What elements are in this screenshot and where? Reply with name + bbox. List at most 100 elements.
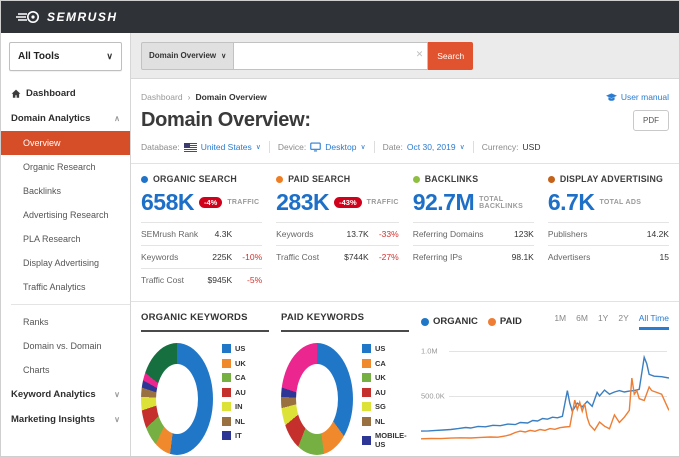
tab-6m[interactable]: 6M [576, 313, 588, 327]
sidebar-item-backlinks[interactable]: Backlinks [1, 179, 130, 203]
legend-item-au: AU [362, 388, 409, 397]
home-icon [11, 89, 21, 99]
sidebar-item-label: Domain vs. Domain [23, 341, 120, 351]
metric-row-traffic-cost: Traffic Cost$945K-5% [141, 268, 262, 291]
sidebar-item-advertising-research[interactable]: Advertising Research [1, 203, 130, 227]
metric-value: 98.1K [512, 252, 534, 262]
metric-value: 123K [514, 229, 534, 239]
semrush-logo[interactable]: SEMRUSH [15, 10, 118, 24]
paid-dot-icon [488, 318, 496, 326]
graduation-cap-icon [606, 93, 617, 102]
database-filter[interactable]: Database: United States ∨ [141, 142, 261, 152]
search-input[interactable] [234, 42, 428, 70]
device-filter[interactable]: Device: Desktop ∨ [278, 142, 366, 152]
sidebar-item-domain-vs-domain[interactable]: Domain vs. Domain [1, 334, 130, 358]
divider [269, 141, 270, 153]
all-tools-label: All Tools [18, 51, 59, 62]
semrush-swoosh-icon [15, 10, 41, 24]
user-manual-link[interactable]: User manual [606, 92, 669, 102]
date-label: Date: [383, 142, 403, 152]
legend-swatch-icon [222, 373, 231, 382]
organic-keywords-legend: USUKCAAUINNLIT [222, 343, 246, 455]
page-title: Domain Overview: [141, 109, 311, 132]
paid-keywords-title: PAID KEYWORDS [281, 312, 409, 332]
organic-keywords-title: ORGANIC KEYWORDS [141, 312, 269, 332]
trend-legend-organic-label: ORGANIC [433, 316, 478, 327]
all-tools-dropdown[interactable]: All Tools ∨ [9, 42, 122, 71]
breadcrumb-dashboard[interactable]: Dashboard [141, 92, 183, 102]
trend-range-tabs: 1M 6M 1Y 2Y All Time [554, 313, 669, 330]
metric-row-publishers: Publishers14.2K [548, 222, 669, 245]
sidebar-item-keyword-analytics[interactable]: Keyword Analytics∨ [1, 382, 130, 407]
sidebar-item-label: Display Advertising [23, 258, 120, 268]
legend-swatch-icon [362, 359, 371, 368]
organic-search-dot-icon [141, 176, 148, 183]
organic-traffic-unit: TRAFFIC [227, 199, 259, 206]
desktop-icon [310, 142, 321, 152]
date-value: Oct 30, 2019 [407, 142, 456, 152]
legend-label: US [375, 344, 385, 353]
sidebar-item-display-advertising[interactable]: Display Advertising [1, 251, 130, 275]
metric-label: Traffic Cost [276, 252, 344, 262]
sidebar-item-label: Domain Analytics [11, 113, 109, 124]
bottom-widgets: ORGANIC KEYWORDS USUKCAAUINNLIT PAID KEY… [141, 312, 669, 455]
sidebar-nav: Dashboard Domain Analytics∧OverviewOrgani… [1, 81, 130, 432]
legend-item-nl: NL [222, 417, 246, 426]
legend-label: SG [375, 402, 386, 411]
divider [131, 163, 679, 164]
sidebar-item-dashboard[interactable]: Dashboard [1, 81, 130, 106]
legend-swatch-icon [362, 402, 371, 411]
database-value: United States [201, 142, 252, 152]
date-filter[interactable]: Date: Oct 30, 2019 ∨ [383, 142, 465, 152]
sidebar-item-pla-research[interactable]: PLA Research [1, 227, 130, 251]
sidebar-item-label: Traffic Analytics [23, 282, 120, 292]
metric-change: -10% [232, 252, 262, 262]
trend-legend-paid: PAID [488, 316, 522, 327]
sidebar-item-label: Dashboard [26, 88, 120, 99]
metric-label: Advertisers [548, 252, 660, 262]
organic-traffic-change-badge: -4% [199, 197, 222, 209]
sidebar: All Tools ∨ Dashboard Domain Analytics∧Ov… [1, 33, 131, 456]
total-ads-unit: TOTAL ADS [599, 199, 641, 206]
search-scope-selector[interactable]: Domain Overview ∨ [141, 42, 234, 70]
tab-1m[interactable]: 1M [554, 313, 566, 327]
divider [473, 141, 474, 153]
tab-all-time[interactable]: All Time [639, 313, 669, 330]
divider [131, 301, 679, 302]
device-value: Desktop [325, 142, 356, 152]
sidebar-item-marketing-insights[interactable]: Marketing Insights∨ [1, 407, 130, 432]
sidebar-item-domain-analytics[interactable]: Domain Analytics∧ [1, 106, 130, 131]
sidebar-item-organic-research[interactable]: Organic Research [1, 155, 130, 179]
legend-label: IN [235, 402, 243, 411]
metric-label: Keywords [276, 229, 346, 239]
legend-label: AU [235, 388, 246, 397]
device-label: Device: [278, 142, 306, 152]
us-flag-icon [184, 143, 197, 152]
chevron-down-icon: ∨ [106, 51, 113, 62]
sidebar-item-traffic-analytics[interactable]: Traffic Analytics [1, 275, 130, 299]
legend-item-uk: UK [362, 373, 409, 382]
logo-text: SEMRUSH [47, 10, 118, 24]
sidebar-item-ranks[interactable]: Ranks [1, 310, 130, 334]
clear-search-icon[interactable]: ✕ [416, 50, 424, 59]
sidebar-item-charts[interactable]: Charts [1, 358, 130, 382]
organic-keywords-donut-chart [141, 343, 213, 455]
legend-label: IT [235, 431, 242, 440]
legend-label: AU [375, 388, 386, 397]
backlinks-dot-icon [413, 176, 420, 183]
metric-cards: ORGANIC SEARCH 658K -4% TRAFFIC SEMrush … [141, 174, 669, 291]
sidebar-item-overview[interactable]: Overview [1, 131, 130, 155]
search-button[interactable]: Search [428, 42, 473, 70]
sidebar-item-label: PLA Research [23, 234, 120, 244]
divider [374, 141, 375, 153]
metric-value: $945K [208, 275, 233, 285]
chevron-down-icon: ∨ [221, 52, 226, 60]
tab-2y[interactable]: 2Y [618, 313, 628, 327]
total-backlinks-unit: TOTAL BACKLINKS [479, 196, 534, 210]
metric-value: 13.7K [346, 229, 368, 239]
legend-label: US [235, 344, 245, 353]
metric-change: -5% [232, 275, 262, 285]
card-paid-search: PAID SEARCH 283K -43% TRAFFIC Keywords13… [276, 174, 399, 291]
pdf-button[interactable]: PDF [633, 110, 669, 131]
tab-1y[interactable]: 1Y [598, 313, 608, 327]
